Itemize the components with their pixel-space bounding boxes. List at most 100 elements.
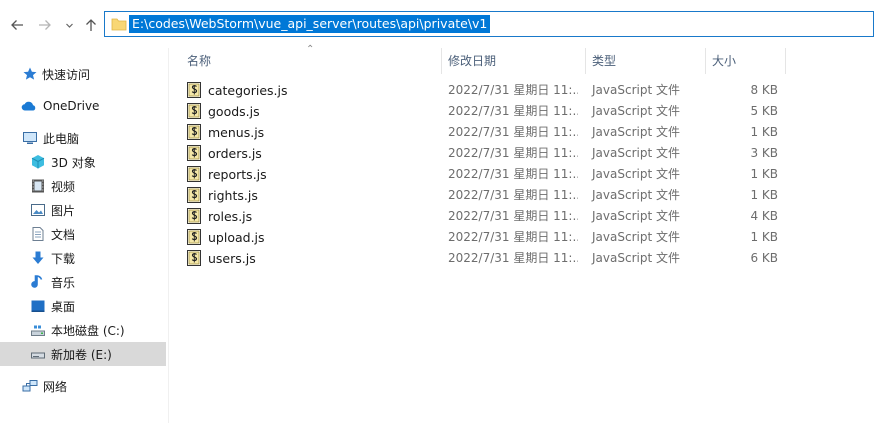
file-type: JavaScript 文件: [592, 104, 680, 118]
sidebar-item-this-pc[interactable]: 此电脑: [0, 126, 166, 150]
javascript-file-icon: [187, 229, 201, 245]
forward-button[interactable]: [34, 14, 56, 36]
forward-arrow-icon: [39, 20, 51, 30]
file-size: 5 KB: [750, 104, 778, 118]
sidebar-item-desktop[interactable]: 桌面: [0, 294, 166, 318]
file-name[interactable]: users.js: [208, 248, 256, 269]
computer-icon: [22, 130, 38, 146]
sidebar-item-pictures[interactable]: 图片: [0, 198, 166, 222]
file-type: JavaScript 文件: [592, 146, 680, 160]
navigation-pane: 快速访问 OneDrive 此电脑 3D 对象 视频 图片 文档 下载 音乐 桌…: [0, 48, 168, 423]
sidebar-item-new-volume-e[interactable]: 新加卷 (E:): [0, 342, 166, 366]
file-size: 1 KB: [750, 188, 778, 202]
file-size: 3 KB: [750, 146, 778, 160]
file-list: categories.js 2022/7/31 星期日 11:... JavaScr…: [178, 80, 798, 269]
sidebar-item-label: OneDrive: [43, 99, 100, 113]
javascript-file-icon: [187, 187, 201, 203]
sidebar-item-videos[interactable]: 视频: [0, 174, 166, 198]
file-type: JavaScript 文件: [592, 167, 680, 181]
document-icon: [30, 226, 46, 242]
download-icon: [30, 250, 46, 266]
sidebar-item-label: 图片: [51, 203, 76, 218]
file-size: 1 KB: [750, 125, 778, 139]
file-size: 8 KB: [750, 83, 778, 97]
file-row[interactable]: goods.js 2022/7/31 星期日 11:... JavaScript 文…: [178, 101, 798, 122]
file-row[interactable]: roles.js 2022/7/31 星期日 11:... JavaScript 文…: [178, 206, 798, 227]
sidebar-item-onedrive[interactable]: OneDrive: [0, 94, 166, 118]
file-row[interactable]: orders.js 2022/7/31 星期日 11:... JavaScript …: [178, 143, 798, 164]
file-modified-date: 2022/7/31 星期日 11:...: [448, 188, 578, 202]
column-header-type[interactable]: 类型: [592, 48, 616, 74]
file-modified-date: 2022/7/31 星期日 11:...: [448, 167, 578, 181]
column-header-name[interactable]: 名称: [187, 48, 211, 74]
cloud-icon: [21, 98, 37, 114]
sidebar-item-music[interactable]: 音乐: [0, 270, 166, 294]
chevron-down-icon: [65, 23, 73, 28]
file-row[interactable]: rights.js 2022/7/31 星期日 11:... JavaScript …: [178, 185, 798, 206]
sidebar-item-label: 音乐: [51, 275, 76, 290]
file-size: 1 KB: [750, 230, 778, 244]
sidebar-item-label: 3D 对象: [51, 155, 96, 170]
column-header-size[interactable]: 大小: [712, 48, 736, 74]
cube-icon: [30, 154, 46, 170]
file-row[interactable]: reports.js 2022/7/31 星期日 11:... JavaScript…: [178, 164, 798, 185]
file-modified-date: 2022/7/31 星期日 11:...: [448, 83, 578, 97]
javascript-file-icon: [187, 250, 201, 266]
sidebar-item-local-disk-c[interactable]: 本地磁盘 (C:): [0, 318, 166, 342]
file-type: JavaScript 文件: [592, 251, 680, 265]
file-name[interactable]: rights.js: [208, 185, 258, 206]
file-name[interactable]: upload.js: [208, 227, 265, 248]
sidebar-item-label: 桌面: [51, 299, 76, 314]
file-type: JavaScript 文件: [592, 188, 680, 202]
up-button[interactable]: [80, 14, 102, 36]
column-divider[interactable]: [585, 48, 586, 74]
file-modified-date: 2022/7/31 星期日 11:...: [448, 251, 578, 265]
network-icon: [22, 378, 38, 394]
drive-c-icon: [30, 322, 46, 338]
sidebar-item-quick-access[interactable]: 快速访问: [0, 62, 166, 86]
file-name[interactable]: reports.js: [208, 164, 267, 185]
file-modified-date: 2022/7/31 星期日 11:...: [448, 125, 578, 139]
file-size: 6 KB: [750, 251, 778, 265]
music-icon: [30, 274, 46, 290]
file-row[interactable]: upload.js 2022/7/31 星期日 11:... JavaScript …: [178, 227, 798, 248]
sidebar-item-network[interactable]: 网络: [0, 374, 166, 398]
javascript-file-icon: [187, 124, 201, 140]
star-icon: [22, 66, 38, 82]
sidebar-divider: [168, 48, 169, 423]
back-button[interactable]: [6, 14, 28, 36]
file-name[interactable]: roles.js: [208, 206, 252, 227]
sidebar-item-documents[interactable]: 文档: [0, 222, 166, 246]
column-divider[interactable]: [785, 48, 786, 74]
file-row[interactable]: categories.js 2022/7/31 星期日 11:... JavaScr…: [178, 80, 798, 101]
address-path[interactable]: E:\codes\WebStorm\vue_api_server\routes\…: [129, 15, 491, 33]
column-divider[interactable]: [441, 48, 442, 74]
file-modified-date: 2022/7/31 星期日 11:...: [448, 209, 578, 223]
file-row[interactable]: users.js 2022/7/31 星期日 11:... JavaScript 文…: [178, 248, 798, 269]
navigation-bar: E:\codes\WebStorm\vue_api_server\routes\…: [0, 0, 874, 48]
file-name[interactable]: menus.js: [208, 122, 264, 143]
up-arrow-icon: [86, 19, 96, 31]
sidebar-item-label: 此电脑: [43, 131, 80, 146]
address-bar[interactable]: E:\codes\WebStorm\vue_api_server\routes\…: [104, 11, 874, 37]
recent-locations-button[interactable]: [62, 14, 76, 36]
file-name[interactable]: categories.js: [208, 80, 287, 101]
sidebar-item-3d-objects[interactable]: 3D 对象: [0, 150, 166, 174]
column-header-date[interactable]: 修改日期: [448, 48, 496, 74]
javascript-file-icon: [187, 145, 201, 161]
file-row[interactable]: menus.js 2022/7/31 星期日 11:... JavaScript 文…: [178, 122, 798, 143]
file-type: JavaScript 文件: [592, 230, 680, 244]
sidebar-item-downloads[interactable]: 下载: [0, 246, 166, 270]
file-name[interactable]: orders.js: [208, 143, 262, 164]
column-divider[interactable]: [705, 48, 706, 74]
sidebar-item-label: 视频: [51, 179, 76, 194]
javascript-file-icon: [187, 208, 201, 224]
file-modified-date: 2022/7/31 星期日 11:...: [448, 146, 578, 160]
file-size: 1 KB: [750, 167, 778, 181]
file-name[interactable]: goods.js: [208, 101, 260, 122]
sidebar-item-label: 快速访问: [42, 67, 91, 82]
file-type: JavaScript 文件: [592, 125, 680, 139]
file-type: JavaScript 文件: [592, 209, 680, 223]
sidebar-item-label: 新加卷 (E:): [51, 347, 112, 362]
sort-ascending-icon: ⌃: [306, 44, 315, 55]
